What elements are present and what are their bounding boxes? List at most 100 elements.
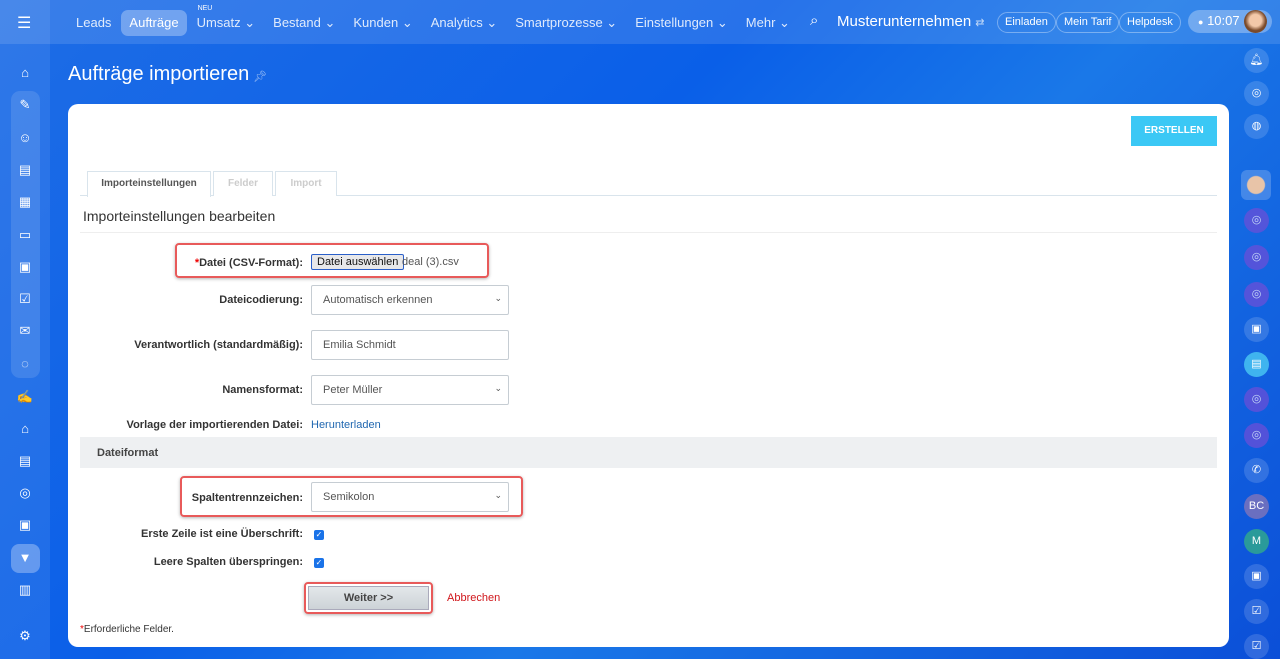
required-note: *Erforderliche Felder. xyxy=(80,624,174,635)
settings-sliders-icon: ⇄ xyxy=(975,17,985,29)
select-value: Peter Müller xyxy=(323,384,383,396)
nav-kunden[interactable]: Kunden ⌄ xyxy=(345,10,420,36)
user-avatar[interactable] xyxy=(1244,10,1267,33)
openline-icon[interactable]: ◎ xyxy=(1244,208,1269,233)
chevron-down-icon: ⌄ xyxy=(494,293,502,303)
search-icon[interactable]: ⌕ xyxy=(810,12,818,29)
company-name[interactable]: Musterunternehmen ⇄ xyxy=(837,13,984,30)
task-icon[interactable]: ☑ xyxy=(1244,634,1269,659)
nav-bestand[interactable]: Bestand ⌄ xyxy=(265,10,343,36)
chat-avatar-bc[interactable]: BC xyxy=(1244,494,1269,519)
tasks-icon[interactable]: ☑ xyxy=(15,289,35,309)
openline-icon[interactable]: ◎ xyxy=(1244,245,1269,270)
sign-icon[interactable]: ✍ xyxy=(15,387,35,407)
time: 10:07 xyxy=(1207,13,1240,28)
nav-label: Bestand xyxy=(273,15,321,30)
nav-analytics[interactable]: Analytics ⌄ xyxy=(423,10,506,36)
chat-icon[interactable]: ◌ xyxy=(15,354,35,374)
nav-umsatz[interactable]: NEU Umsatz ⌄ xyxy=(189,5,264,36)
mail-icon[interactable]: ✉ xyxy=(15,321,35,341)
choose-file-button[interactable]: Datei auswählen xyxy=(311,254,405,270)
skip-empty-checkbox[interactable]: ✓ xyxy=(314,558,324,568)
file-format-section: Dateiformat xyxy=(80,437,1217,468)
template-label: Vorlage der importierenden Datei: xyxy=(126,419,303,431)
drive-icon[interactable]: ▭ xyxy=(15,225,35,245)
nav-auftraege[interactable]: Aufträge xyxy=(121,10,187,36)
separator-select[interactable]: Semikolon ⌄ xyxy=(311,482,509,512)
nav-label: Mehr xyxy=(745,15,776,30)
contact-card-icon[interactable]: ▣ xyxy=(15,515,35,535)
chevron-down-icon: ⌄ xyxy=(494,383,502,393)
select-value: Semikolon xyxy=(323,491,375,503)
menu-icon[interactable]: ☰ xyxy=(17,13,31,33)
tab-felder[interactable]: Felder xyxy=(213,171,273,196)
task-icon[interactable]: ☑ xyxy=(1244,599,1269,624)
nav-label: Einstellungen xyxy=(635,15,714,30)
responsible-input[interactable]: Emilia Schmidt xyxy=(311,330,509,360)
title-text: Aufträge importieren xyxy=(68,63,250,85)
next-button[interactable]: Weiter >> xyxy=(308,586,429,610)
openline-icon[interactable]: ◎ xyxy=(1244,282,1269,307)
file-name: deal (3).csv xyxy=(402,256,459,268)
board-icon[interactable]: ▣ xyxy=(15,257,35,277)
phone-icon[interactable]: ✆ xyxy=(1244,458,1269,483)
nav-mehr[interactable]: Mehr ⌄ xyxy=(738,10,798,36)
header-row-checkbox[interactable]: ✓ xyxy=(314,530,324,540)
contact-avatar[interactable] xyxy=(1241,170,1271,200)
section-heading: Importeinstellungen bearbeiten xyxy=(83,208,276,224)
create-button[interactable]: ERSTELLEN xyxy=(1131,116,1217,146)
openline-icon[interactable]: ◎ xyxy=(1244,423,1269,448)
cancel-link[interactable]: Abbrechen xyxy=(447,592,500,604)
feed-icon[interactable]: ✎ xyxy=(15,95,35,115)
nav-label: Analytics xyxy=(430,15,483,30)
new-badge: NEU xyxy=(197,5,213,12)
contact-card-icon[interactable]: ▣ xyxy=(1244,564,1269,589)
select-value: Automatisch erkennen xyxy=(323,294,433,306)
contact-card-icon[interactable]: ▣ xyxy=(1244,317,1269,342)
encoding-select[interactable]: Automatisch erkennen ⌄ xyxy=(311,285,509,315)
chat-avatar-m[interactable]: M xyxy=(1244,529,1269,554)
chat-bubble-icon[interactable]: ▤ xyxy=(1244,352,1269,377)
documents-icon[interactable]: ▤ xyxy=(15,160,35,180)
home-icon[interactable]: ⌂ xyxy=(15,63,35,83)
settings-gear-icon[interactable]: ⚙ xyxy=(15,626,35,646)
nameformat-select[interactable]: Peter Müller ⌄ xyxy=(311,375,509,405)
calendar-icon[interactable]: ▦ xyxy=(15,192,35,212)
file-icon[interactable]: ▤ xyxy=(15,451,35,471)
top-nav: Leads Aufträge NEU Umsatz ⌄ Bestand ⌄ Kun… xyxy=(68,5,798,36)
nav-label: Umsatz xyxy=(196,15,241,30)
tabs: Importeinstellungen Felder Import xyxy=(80,171,1217,197)
support-icon[interactable]: ◎ xyxy=(15,483,35,503)
store-icon[interactable]: ⌂ xyxy=(15,419,35,439)
crm-funnel-icon[interactable]: ▼ xyxy=(15,548,35,568)
invite-button[interactable]: Einladen xyxy=(997,12,1056,33)
clock-icon: ● xyxy=(1198,17,1204,27)
company-label: Musterunternehmen xyxy=(837,13,972,30)
nav-label: Kunden xyxy=(353,15,399,30)
encoding-label: Dateicodierung: xyxy=(219,294,303,306)
tab-import[interactable]: Import xyxy=(275,171,337,196)
download-template-link[interactable]: Herunterladen xyxy=(311,419,381,431)
analytics-icon[interactable]: ▥ xyxy=(15,580,35,600)
nav-einstellungen[interactable]: Einstellungen ⌄ xyxy=(627,10,736,36)
separator-label: Spaltentrennzeichen: xyxy=(191,492,303,504)
note-text: Erforderliche Felder. xyxy=(83,624,174,635)
contacts-icon[interactable]: ☺ xyxy=(15,128,35,148)
nav-label: Smartprozesse xyxy=(515,15,603,30)
tab-importeinstellungen[interactable]: Importeinstellungen xyxy=(87,171,211,197)
helpdesk-button[interactable]: Helpdesk xyxy=(1119,12,1181,33)
nav-smartprozesse[interactable]: Smartprozesse ⌄ xyxy=(507,10,625,36)
messenger-icon[interactable]: ◍ xyxy=(1244,114,1269,139)
nav-leads[interactable]: Leads xyxy=(68,10,119,36)
nameformat-label: Namensformat: xyxy=(222,384,303,396)
skip-empty-label: Leere Spalten überspringen: xyxy=(153,556,303,568)
responsible-label: Verantwortlich (standardmäßig): xyxy=(134,339,303,351)
openline-icon[interactable]: ◎ xyxy=(1244,387,1269,412)
copilot-icon[interactable]: ◎ xyxy=(1244,81,1269,106)
tariff-button[interactable]: Mein Tarif xyxy=(1056,12,1120,33)
page-title: Aufträge importieren 📌︎ xyxy=(68,63,267,86)
pin-icon[interactable]: 📌︎ xyxy=(253,71,267,83)
import-card: ERSTELLEN Importeinstellungen Felder Imp… xyxy=(68,104,1229,647)
file-label: *Datei (CSV-Format): xyxy=(195,257,303,269)
bell-icon[interactable]: 🔔︎ xyxy=(1244,48,1269,73)
